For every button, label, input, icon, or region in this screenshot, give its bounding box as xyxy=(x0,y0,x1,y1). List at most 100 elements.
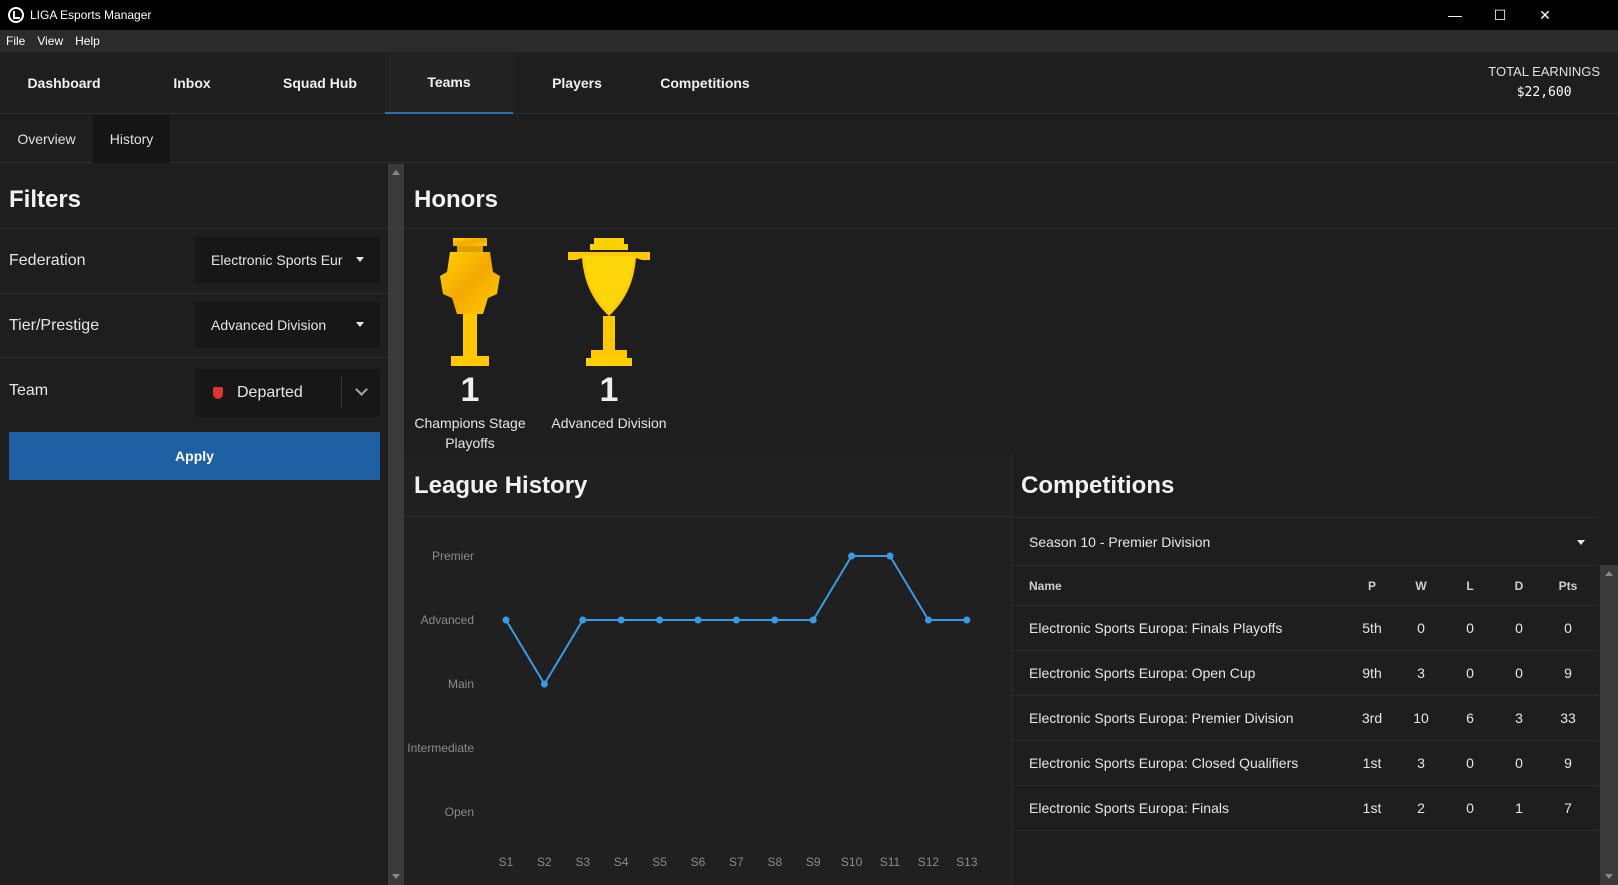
tab-teams[interactable]: Teams xyxy=(385,52,513,114)
app-logo-icon xyxy=(8,7,24,23)
x-tick-label: S10 xyxy=(841,855,863,869)
tab-squad-hub[interactable]: Squad Hub xyxy=(256,52,384,114)
scroll-up-icon[interactable] xyxy=(1605,571,1613,576)
data-point[interactable] xyxy=(732,616,740,624)
honor-count: 1 xyxy=(599,371,619,409)
cell-d: 3 xyxy=(1515,710,1523,726)
data-point[interactable] xyxy=(502,616,510,624)
close-button[interactable]: ✕ xyxy=(1522,0,1568,30)
scroll-down-icon[interactable] xyxy=(1605,874,1613,879)
scroll-up-icon[interactable] xyxy=(392,170,400,175)
federation-select[interactable]: Electronic Sports Eur xyxy=(195,237,380,283)
honor-item: 1 Champions Stage Playoffs xyxy=(400,236,540,453)
data-point[interactable] xyxy=(617,616,625,624)
data-point[interactable] xyxy=(848,552,856,560)
data-point[interactable] xyxy=(579,616,587,624)
y-tick-label: Intermediate xyxy=(407,741,474,755)
earnings-value: $22,600 xyxy=(1516,85,1572,100)
window-title: LIGA Esports Manager xyxy=(30,8,152,22)
col-w[interactable]: W xyxy=(1401,566,1441,605)
honors-panel: Honors 1 Champions Stage Playoffs 1 Adva… xyxy=(404,164,1618,452)
table-row[interactable]: Electronic Sports Europa: Finals 1st 2 0… xyxy=(1012,786,1599,831)
data-point[interactable] xyxy=(656,616,664,624)
cell-d: 0 xyxy=(1515,755,1523,771)
league-history-chart: Open Intermediate Main Advanced Premier S1 S2 S… xyxy=(407,549,978,869)
honor-count: 1 xyxy=(460,371,480,409)
tab-dashboard[interactable]: Dashboard xyxy=(0,52,128,114)
cell-w: 10 xyxy=(1413,710,1429,726)
title-bar: LIGA Esports Manager — ☐ ✕ xyxy=(0,0,1618,30)
chevron-down-icon[interactable] xyxy=(355,383,368,396)
table-row[interactable]: Electronic Sports Europa: Open Cup 9th 3… xyxy=(1012,651,1599,696)
honor-name: Champions Stage Playoffs xyxy=(414,415,526,451)
apply-button[interactable]: Apply xyxy=(9,432,380,480)
cell-name: Electronic Sports Europa: Finals xyxy=(1029,800,1229,816)
tier-select[interactable]: Advanced Division xyxy=(195,302,380,348)
data-point[interactable] xyxy=(694,616,702,624)
x-tick-label: S6 xyxy=(691,855,706,869)
cell-name: Electronic Sports Europa: Premier Divisi… xyxy=(1029,710,1294,726)
x-tick-label: S1 xyxy=(499,855,514,869)
league-history-panel: League History Open Intermediate Main Advan… xyxy=(404,452,1010,885)
menu-bar: File View Help xyxy=(0,30,1618,52)
federation-label: Federation xyxy=(9,252,86,269)
cell-pts: 9 xyxy=(1564,755,1572,771)
menu-view[interactable]: View xyxy=(31,34,69,48)
x-tick-label: S11 xyxy=(880,855,901,869)
caret-down-icon xyxy=(356,257,364,262)
cell-name: Electronic Sports Europa: Closed Qualifi… xyxy=(1029,755,1299,771)
table-row[interactable]: Electronic Sports Europa: Finals Playoff… xyxy=(1012,606,1599,651)
x-tick-label: S4 xyxy=(614,855,629,869)
table-row[interactable]: Electronic Sports Europa: Premier Divisi… xyxy=(1012,696,1599,741)
cell-p: 5th xyxy=(1362,620,1382,636)
cell-pts: 7 xyxy=(1564,800,1572,816)
cell-l: 0 xyxy=(1466,755,1474,771)
subtab-history[interactable]: History xyxy=(93,115,170,163)
minimize-button[interactable]: — xyxy=(1432,0,1478,30)
scroll-down-icon[interactable] xyxy=(392,874,400,879)
tab-players[interactable]: Players xyxy=(513,52,641,114)
divider xyxy=(0,357,388,358)
data-point[interactable] xyxy=(809,616,817,624)
cell-p: 3rd xyxy=(1361,710,1383,726)
data-point[interactable] xyxy=(886,552,894,560)
menu-help[interactable]: Help xyxy=(69,34,106,48)
subtab-overview[interactable]: Overview xyxy=(0,115,93,163)
cell-pts: 9 xyxy=(1564,665,1572,681)
sub-nav: Overview History xyxy=(0,115,1618,163)
competitions-title: Competitions xyxy=(1021,472,1175,499)
x-tick-label: S13 xyxy=(956,855,978,869)
tab-inbox[interactable]: Inbox xyxy=(128,52,256,114)
divider xyxy=(0,293,388,294)
col-pts[interactable]: Pts xyxy=(1548,566,1588,605)
team-label: Team xyxy=(9,382,49,399)
tier-value: Advanced Division xyxy=(211,317,327,333)
honor-item: 1 Advanced Division xyxy=(539,236,679,433)
earnings-label: TOTAL EARNINGS xyxy=(1488,64,1600,79)
honor-name: Advanced Division xyxy=(551,415,667,431)
x-tick-label: S3 xyxy=(575,855,590,869)
season-select[interactable]: Season 10 - Premier Division xyxy=(1012,517,1599,566)
tier-label: Tier/Prestige xyxy=(9,317,100,334)
table-row[interactable]: Electronic Sports Europa: Closed Qualifi… xyxy=(1012,741,1599,786)
menu-file[interactable]: File xyxy=(0,34,31,48)
trophy-tall-icon xyxy=(440,238,500,366)
col-name[interactable]: Name xyxy=(1029,566,1062,605)
data-point[interactable] xyxy=(771,616,779,624)
cell-w: 3 xyxy=(1417,665,1425,681)
maximize-button[interactable]: ☐ xyxy=(1477,0,1523,30)
cell-l: 0 xyxy=(1466,665,1474,681)
col-l[interactable]: L xyxy=(1450,566,1490,605)
tab-competitions[interactable]: Competitions xyxy=(641,52,769,114)
main-nav: Dashboard Inbox Squad Hub Teams Players … xyxy=(0,52,1618,114)
competitions-scrollbar[interactable] xyxy=(1600,565,1618,885)
filters-title: Filters xyxy=(9,186,82,213)
col-d[interactable]: D xyxy=(1499,566,1539,605)
data-point[interactable] xyxy=(540,680,548,688)
data-point[interactable] xyxy=(963,616,971,624)
col-p[interactable]: P xyxy=(1352,566,1392,605)
cell-p: 1st xyxy=(1362,755,1382,771)
team-select[interactable]: Departed xyxy=(195,369,380,417)
divider xyxy=(341,377,342,409)
data-point[interactable] xyxy=(924,616,932,624)
